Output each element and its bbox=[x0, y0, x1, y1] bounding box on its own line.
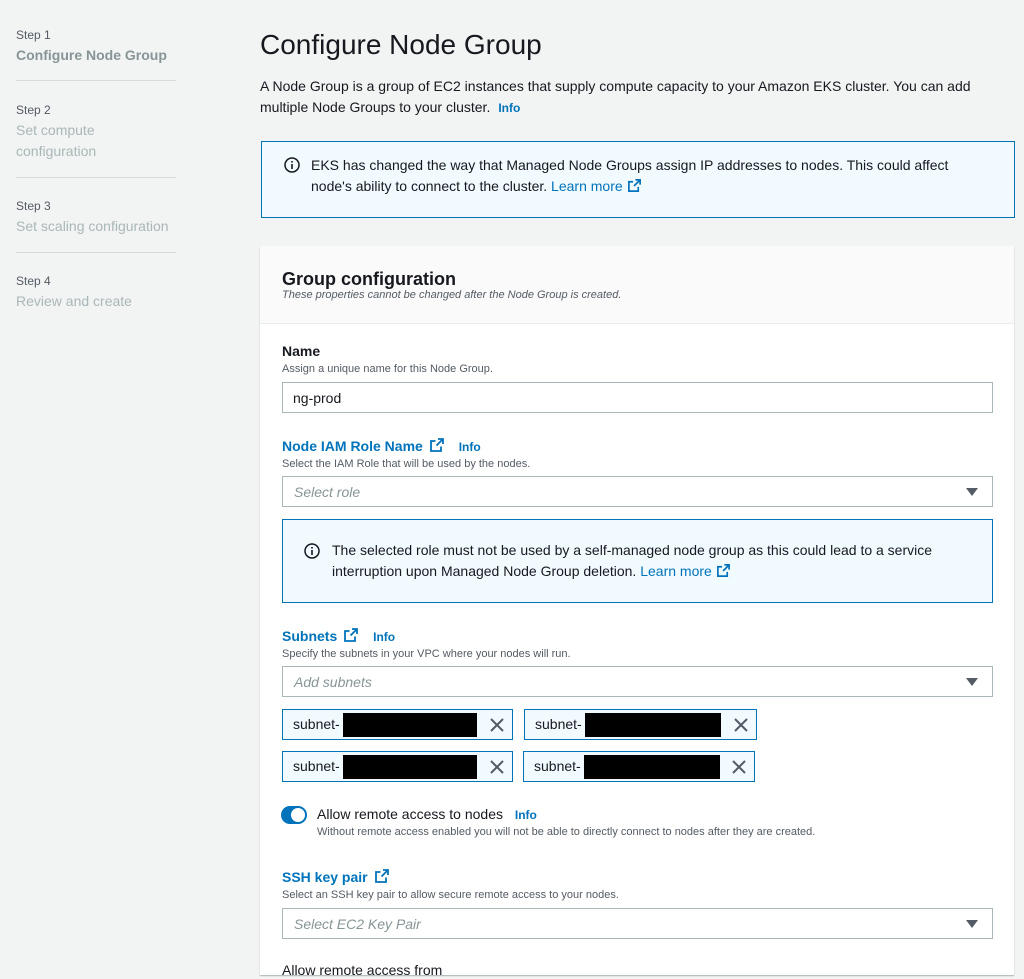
subnet-token: subnet- bbox=[282, 709, 513, 740]
remote-access-label-text: Allow remote access to nodes bbox=[317, 806, 503, 822]
name-label: Name bbox=[282, 343, 321, 359]
step-4[interactable]: Step 4 Review and create bbox=[16, 273, 176, 312]
step-1-title: Configure Node Group bbox=[16, 47, 167, 63]
ssh-key-pair-placeholder: Select EC2 Key Pair bbox=[294, 916, 421, 932]
group-configuration-card: Group configuration These properties can… bbox=[260, 246, 1014, 978]
group-configuration-subtitle: These properties cannot be changed after… bbox=[282, 289, 622, 301]
ssh-key-pair-label[interactable]: SSH key pair bbox=[282, 868, 390, 886]
step-2-number: Step 2 bbox=[16, 103, 51, 117]
step-divider bbox=[16, 177, 176, 178]
subnets-select-placeholder: Add subnets bbox=[294, 674, 372, 690]
redacted-subnet-id bbox=[585, 713, 721, 737]
role-warning-message: The selected role must not be used by a … bbox=[332, 542, 933, 579]
step-2-title: Set compute configuration bbox=[16, 122, 97, 159]
ssh-key-pair-description: Select an SSH key pair to allow secure r… bbox=[282, 889, 619, 901]
subnets-label-text: Subnets bbox=[282, 628, 338, 644]
subnets-info-link[interactable]: Info bbox=[373, 630, 395, 644]
external-link-icon[interactable] bbox=[374, 868, 390, 884]
page-title: Configure Node Group bbox=[260, 29, 542, 60]
role-warning-text: The selected role must not be used by a … bbox=[332, 540, 972, 582]
subnet-token: subnet- bbox=[523, 751, 755, 782]
step-1-number: Step 1 bbox=[16, 28, 51, 42]
subnet-token-label: subnet- bbox=[534, 758, 581, 774]
external-link-icon[interactable] bbox=[343, 627, 359, 643]
role-info-link[interactable]: Info bbox=[459, 440, 481, 454]
step-4-title: Review and create bbox=[16, 293, 132, 309]
role-description: Select the IAM Role that will be used by… bbox=[282, 458, 531, 470]
subnets-select[interactable]: Add subnets bbox=[282, 666, 993, 697]
ip-change-alert: EKS has changed the way that Managed Nod… bbox=[261, 141, 1015, 218]
node-iam-role-label[interactable]: Node IAM Role Name Info bbox=[282, 437, 481, 456]
ip-change-alert-text: EKS has changed the way that Managed Nod… bbox=[311, 155, 991, 197]
ssh-key-pair-label-text: SSH key pair bbox=[282, 869, 368, 885]
close-icon[interactable] bbox=[489, 759, 505, 775]
group-configuration-header: Group configuration These properties can… bbox=[260, 246, 1014, 324]
role-learn-more-link[interactable]: Learn more bbox=[640, 563, 712, 579]
group-configuration-title: Group configuration bbox=[282, 269, 456, 289]
subnets-description: Specify the subnets in your VPC where yo… bbox=[282, 648, 571, 660]
subnet-token: subnet- bbox=[524, 709, 757, 740]
node-group-name-input[interactable] bbox=[282, 382, 993, 413]
role-warning-alert: The selected role must not be used by a … bbox=[282, 519, 993, 603]
remote-access-from-label: Allow remote access from bbox=[282, 962, 443, 978]
redacted-subnet-id bbox=[343, 755, 477, 779]
node-iam-role-label-text: Node IAM Role Name bbox=[282, 438, 423, 454]
step-3[interactable]: Step 3 Set scaling configuration bbox=[16, 198, 176, 237]
header-info-link[interactable]: Info bbox=[498, 101, 520, 115]
close-icon[interactable] bbox=[733, 717, 749, 733]
name-description: Assign a unique name for this Node Group… bbox=[282, 363, 493, 375]
subnet-token-label: subnet- bbox=[293, 758, 340, 774]
close-icon[interactable] bbox=[731, 759, 747, 775]
caret-down-icon bbox=[966, 678, 978, 686]
remote-access-toggle[interactable] bbox=[281, 806, 307, 824]
info-circle-icon bbox=[284, 157, 300, 173]
remote-access-info-link[interactable]: Info bbox=[515, 808, 537, 822]
role-select[interactable]: Select role bbox=[282, 476, 993, 507]
step-1[interactable]: Step 1 Configure Node Group bbox=[16, 27, 176, 66]
caret-down-icon bbox=[966, 920, 978, 928]
redacted-subnet-id bbox=[343, 713, 477, 737]
step-4-number: Step 4 bbox=[16, 274, 51, 288]
step-divider bbox=[16, 80, 176, 81]
subnets-label[interactable]: Subnets Info bbox=[282, 627, 395, 646]
external-link-icon[interactable] bbox=[627, 178, 642, 193]
close-icon[interactable] bbox=[489, 717, 505, 733]
step-divider bbox=[16, 252, 176, 253]
info-circle-icon bbox=[304, 543, 320, 559]
remote-access-label: Allow remote access to nodes Info bbox=[317, 806, 537, 824]
ssh-key-pair-select[interactable]: Select EC2 Key Pair bbox=[282, 908, 993, 939]
remote-access-description: Without remote access enabled you will n… bbox=[317, 826, 816, 838]
step-3-title: Set scaling configuration bbox=[16, 218, 169, 234]
step-2[interactable]: Step 2 Set compute configuration bbox=[16, 102, 176, 162]
subnet-token: subnet- bbox=[282, 751, 513, 782]
subnet-token-label: subnet- bbox=[293, 716, 340, 732]
learn-more-link[interactable]: Learn more bbox=[551, 178, 623, 194]
role-select-placeholder: Select role bbox=[294, 484, 361, 500]
toggle-knob bbox=[291, 808, 305, 822]
subnet-token-label: subnet- bbox=[535, 716, 582, 732]
step-3-number: Step 3 bbox=[16, 199, 51, 213]
external-link-icon[interactable] bbox=[429, 437, 445, 453]
external-link-icon[interactable] bbox=[716, 563, 731, 578]
page-description-text: A Node Group is a group of EC2 instances… bbox=[260, 78, 971, 115]
caret-down-icon bbox=[966, 488, 978, 496]
page-description: A Node Group is a group of EC2 instances… bbox=[260, 76, 1000, 119]
redacted-subnet-id bbox=[584, 755, 720, 779]
